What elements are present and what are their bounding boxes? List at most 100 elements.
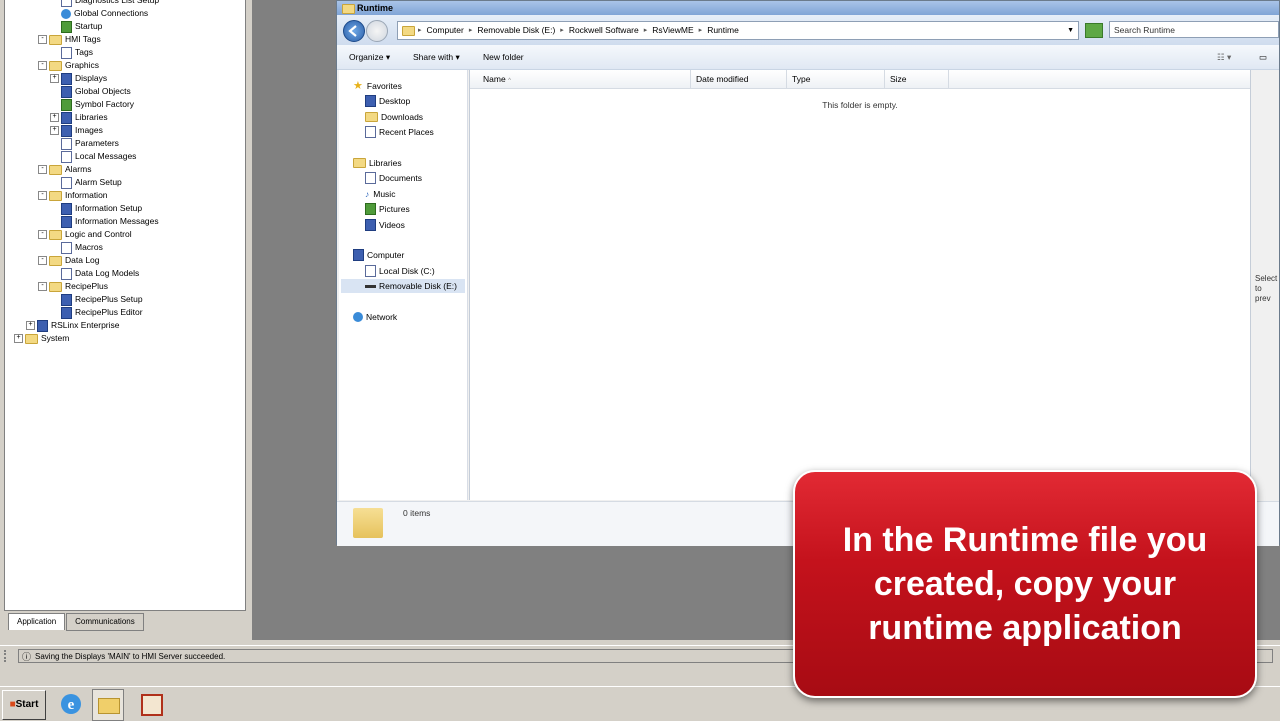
tree-item[interactable]: Local Messages: [61, 150, 136, 163]
tree-item-label: Logic and Control: [65, 229, 132, 239]
hard-disk-icon: [365, 265, 376, 277]
tree-item[interactable]: - HMI Tags: [38, 33, 101, 46]
project-tree[interactable]: Diagnostics List Setup Global Connections…: [4, 0, 246, 611]
view-options-icon[interactable]: ☷ ▾: [1217, 45, 1231, 69]
nav-local-disk[interactable]: Local Disk (C:): [365, 264, 435, 278]
folder-icon: [402, 25, 415, 36]
tree-item[interactable]: Alarm Setup: [61, 176, 122, 189]
tree-item[interactable]: Symbol Factory: [61, 98, 134, 111]
startup-icon: [61, 98, 72, 111]
new-folder-button[interactable]: New folder: [483, 45, 524, 69]
nav-music[interactable]: ♪ Music: [365, 187, 395, 201]
column-type[interactable]: Type: [787, 70, 885, 88]
search-input[interactable]: Search Runtime: [1109, 21, 1279, 38]
expand-icon[interactable]: +: [26, 321, 35, 330]
nav-downloads[interactable]: Downloads: [365, 110, 423, 124]
tree-item[interactable]: Startup: [61, 20, 102, 33]
collapse-icon[interactable]: -: [38, 191, 47, 200]
nav-favorites[interactable]: ★ Favorites: [353, 79, 402, 93]
windows-explorer-icon[interactable]: [92, 689, 124, 721]
breadcrumb-rsviewme[interactable]: RsViewME: [647, 22, 698, 39]
column-name[interactable]: Name ^: [478, 70, 691, 88]
star-icon: ★: [353, 80, 363, 92]
breadcrumb-runtime[interactable]: Runtime: [702, 22, 744, 39]
tree-item[interactable]: Global Connections: [61, 7, 148, 20]
tree-item[interactable]: Global Objects: [61, 85, 131, 98]
nav-desktop[interactable]: Desktop: [365, 94, 410, 108]
expand-icon[interactable]: +: [50, 113, 59, 122]
forward-button[interactable]: [366, 20, 388, 42]
tree-item[interactable]: - Logic and Control: [38, 228, 132, 241]
tree-item[interactable]: - RecipePlus: [38, 280, 108, 293]
tree-item[interactable]: RecipePlus Editor: [61, 306, 143, 319]
share-with-button[interactable]: Share with ▾: [413, 45, 460, 69]
collapse-icon[interactable]: -: [38, 282, 47, 291]
component-icon: [61, 293, 72, 306]
tab-application[interactable]: Application: [8, 613, 66, 630]
svg-text:e: e: [68, 697, 75, 713]
chevron-down-icon[interactable]: ▼: [1067, 22, 1074, 39]
preview-pane-icon[interactable]: ▭: [1259, 45, 1267, 69]
tree-item[interactable]: Macros: [61, 241, 103, 254]
tree-item[interactable]: Parameters: [61, 137, 119, 150]
tree-item[interactable]: + RSLinx Enterprise: [26, 319, 120, 332]
folder-icon: [49, 164, 62, 175]
factorytalk-app-icon[interactable]: [136, 689, 166, 719]
collapse-icon[interactable]: -: [38, 230, 47, 239]
collapse-icon[interactable]: -: [38, 256, 47, 265]
tab-communications[interactable]: Communications: [66, 613, 144, 631]
navigation-pane[interactable]: ★ Favorites Desktop Downloads Recent Plac…: [339, 70, 468, 500]
component-icon: [61, 85, 72, 98]
organize-button[interactable]: Organize ▾: [349, 45, 390, 69]
expand-icon[interactable]: +: [14, 334, 23, 343]
address-field[interactable]: ▸ Computer ▸ Removable Disk (E:) ▸ Rockw…: [397, 21, 1079, 40]
tree-item-label: RSLinx Enterprise: [51, 320, 120, 330]
internet-explorer-icon[interactable]: e: [56, 689, 86, 719]
column-date-modified[interactable]: Date modified: [691, 70, 787, 88]
breadcrumb-rockwell-software[interactable]: Rockwell Software: [564, 22, 644, 39]
breadcrumb-removable-disk[interactable]: Removable Disk (E:): [472, 22, 560, 39]
tree-item[interactable]: - Data Log: [38, 254, 100, 267]
column-size[interactable]: Size: [885, 70, 949, 88]
tree-item-label: RecipePlus: [65, 281, 108, 291]
collapse-icon[interactable]: -: [38, 61, 47, 70]
status-handle-icon: [4, 650, 14, 662]
tree-item[interactable]: Diagnostics List Setup: [61, 0, 159, 7]
recent-places-icon: [365, 126, 376, 138]
expand-icon[interactable]: +: [50, 126, 59, 135]
tree-item[interactable]: Data Log Models: [61, 267, 139, 280]
nav-videos[interactable]: Videos: [365, 218, 405, 232]
file-list[interactable]: Name ^ Date modified Type Size This fold…: [469, 70, 1251, 500]
tree-item[interactable]: + Libraries: [50, 111, 108, 124]
nav-recent-places[interactable]: Recent Places: [365, 125, 434, 139]
nav-libraries[interactable]: Libraries: [353, 156, 402, 170]
nav-network[interactable]: Network: [353, 310, 397, 324]
nav-computer[interactable]: Computer: [353, 248, 404, 262]
tree-item[interactable]: Tags: [61, 46, 93, 59]
back-button[interactable]: [343, 20, 365, 42]
tree-item[interactable]: + Images: [50, 124, 103, 137]
tree-item[interactable]: + Displays: [50, 72, 107, 85]
start-button[interactable]: ■Start: [2, 690, 46, 720]
collapse-icon[interactable]: -: [38, 165, 47, 174]
tree-item[interactable]: RecipePlus Setup: [61, 293, 143, 306]
desktop-icon: [365, 95, 376, 107]
tree-item[interactable]: - Information: [38, 189, 108, 202]
tree-item[interactable]: Information Setup: [61, 202, 142, 215]
nav-pictures[interactable]: Pictures: [365, 202, 410, 216]
tree-item[interactable]: + System: [14, 332, 69, 345]
tree-item-label: Data Log: [65, 255, 100, 265]
expand-icon[interactable]: +: [50, 74, 59, 83]
tree-item[interactable]: - Alarms: [38, 163, 91, 176]
item-count: 0 items: [403, 508, 431, 518]
refresh-button[interactable]: [1085, 23, 1103, 38]
tree-item[interactable]: Information Messages: [61, 215, 159, 228]
tree-item[interactable]: - Graphics: [38, 59, 99, 72]
window-titlebar[interactable]: Runtime: [337, 1, 1279, 15]
folder-icon: [49, 60, 62, 71]
nav-documents[interactable]: Documents: [365, 171, 422, 185]
command-bar: Organize ▾ Share with ▾ New folder ☷ ▾ ▭: [337, 45, 1279, 70]
collapse-icon[interactable]: -: [38, 35, 47, 44]
nav-removable-disk[interactable]: Removable Disk (E:): [341, 279, 465, 293]
breadcrumb-computer[interactable]: Computer: [422, 22, 469, 39]
